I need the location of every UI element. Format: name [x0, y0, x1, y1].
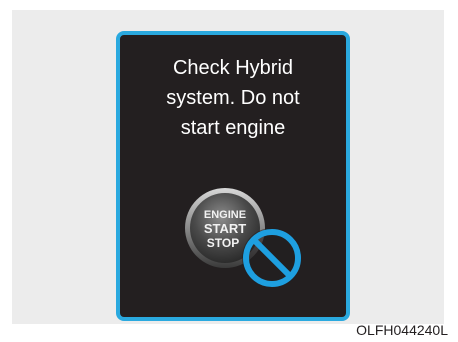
warning-message: Check Hybrid system. Do not start engine: [120, 53, 346, 143]
engine-button-label-stop: STOP: [207, 236, 239, 250]
engine-start-stop-button-illustration: ENGINE START STOP: [185, 188, 302, 288]
engine-button-label-start: START: [204, 221, 246, 236]
engine-button-label-engine: ENGINE: [204, 209, 246, 221]
warning-message-line-3: start engine: [180, 117, 286, 139]
cluster-display-screen: Check Hybrid system. Do not start engine…: [116, 31, 350, 321]
figure-code-label: OLFH044240L: [356, 322, 448, 338]
warning-message-line-1: Check Hybrid: [172, 57, 294, 79]
no-symbol-icon: [242, 228, 302, 288]
warning-message-line-2: system. Do not: [166, 87, 300, 109]
